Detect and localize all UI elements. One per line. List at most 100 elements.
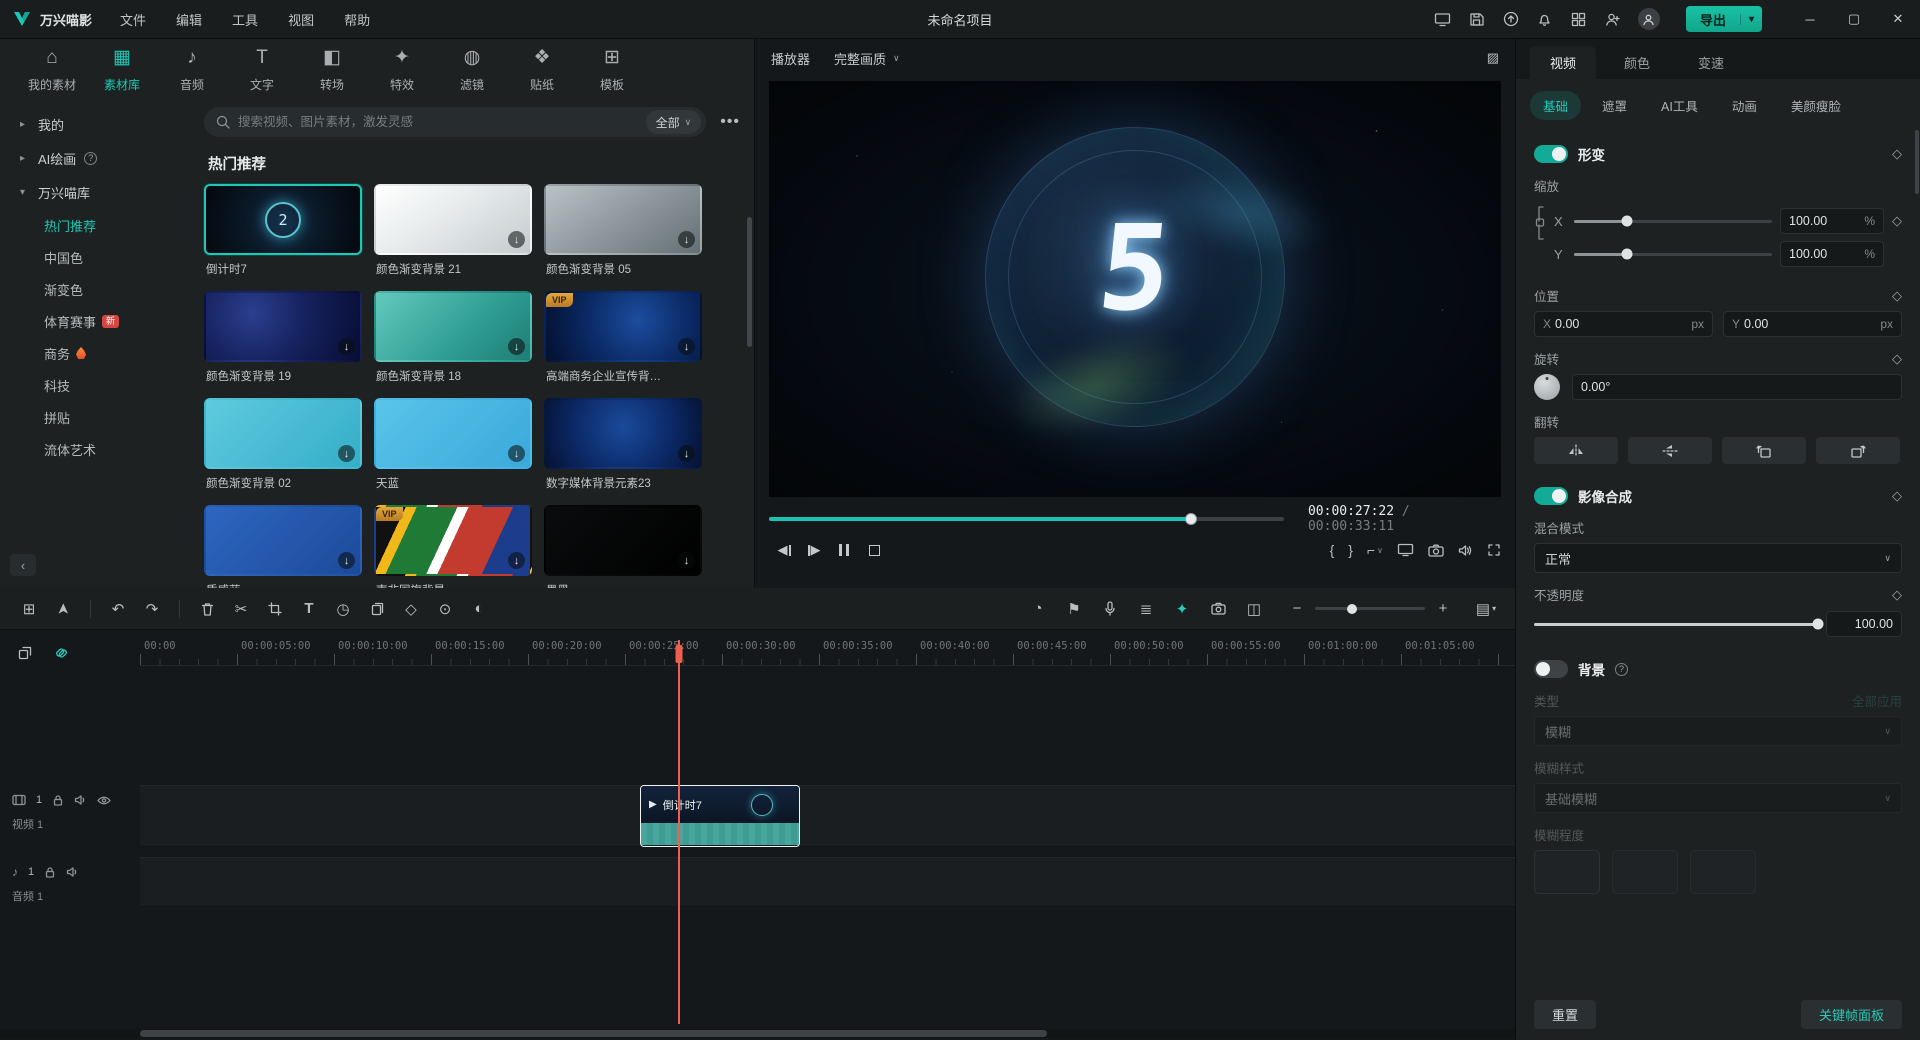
apps-grid-icon[interactable] [1570, 10, 1588, 28]
media-thumbnail[interactable]: 2 [204, 184, 362, 255]
media-thumbnail[interactable]: ↓ [204, 291, 362, 362]
timeline-scrollbar-thumb[interactable] [140, 1030, 1047, 1037]
sidebar-item-technology[interactable]: 科技 [10, 369, 188, 401]
media-thumbnail[interactable]: ↓ [204, 398, 362, 469]
keyframe-diamond-icon[interactable]: ◇ [1892, 146, 1902, 162]
keyframe-icon[interactable]: ◇ [396, 594, 426, 624]
media-item[interactable]: ↓ 颜色渐变背景 02 [204, 398, 362, 491]
media-item[interactable]: ↓ 颜色渐变背景 19 [204, 291, 362, 384]
position-x-input[interactable] [1555, 317, 1687, 331]
audio-track-lane[interactable] [140, 857, 1515, 907]
opacity-slider[interactable] [1534, 623, 1818, 626]
playback-progress-handle[interactable] [1185, 513, 1197, 525]
zoom-in-icon[interactable]: + [1433, 594, 1453, 624]
search-bar[interactable]: 全部∨ [204, 107, 706, 137]
sidebar-item-china-colors[interactable]: 中国色 [10, 241, 188, 273]
mute-track-icon[interactable] [74, 794, 87, 806]
help-circle-icon[interactable]: ? [1615, 663, 1628, 676]
media-item[interactable]: ↓ 质感蓝 [204, 505, 362, 588]
search-input[interactable] [238, 115, 638, 129]
tab-stickers[interactable]: ❖贴纸 [508, 47, 576, 93]
download-icon[interactable]: ↓ [678, 231, 695, 248]
stop-button[interactable] [859, 537, 889, 563]
split-view-icon[interactable]: ◫ [1239, 594, 1269, 624]
export-button[interactable]: 导出 ▾ [1686, 6, 1762, 32]
previous-frame-button[interactable]: ◀ [769, 537, 799, 563]
sidebar-group-stock-library[interactable]: ▾万兴喵库 [10, 175, 188, 209]
tab-video[interactable]: 视频 [1530, 46, 1596, 79]
sidebar-item-fluid-art[interactable]: 流体艺术 [10, 433, 188, 465]
mute-track-icon[interactable] [66, 866, 79, 878]
hide-track-icon[interactable] [97, 795, 111, 806]
timeline-ruler[interactable]: 00:00 00:00:05:00 00:00:10:00 00:00:15:0… [140, 640, 1515, 666]
position-y-field[interactable]: Ypx [1723, 311, 1902, 337]
keyframe-diamond-icon[interactable]: ◇ [1892, 488, 1902, 504]
keyframe-diamond-icon[interactable]: ◇ [1892, 288, 1902, 304]
split-scissors-icon[interactable]: ✂ [226, 594, 256, 624]
sidebar-item-collage[interactable]: 拼贴 [10, 401, 188, 433]
more-options-icon[interactable]: ••• [714, 113, 746, 131]
subtab-ai-tools[interactable]: AI工具 [1648, 91, 1711, 120]
copy-icon[interactable] [362, 594, 392, 624]
media-scrollbar[interactable] [747, 217, 752, 347]
video-track-lane[interactable] [140, 785, 1515, 847]
select-tool-icon[interactable]: ➤ [48, 594, 78, 624]
quality-dropdown[interactable]: 完整画质∨ [834, 49, 900, 68]
overwrite-mode-icon[interactable] [14, 642, 36, 664]
volume-icon[interactable] [1458, 544, 1473, 557]
sidebar-item-hot-recommend[interactable]: 热门推荐 [10, 209, 188, 241]
voiceover-mic-icon[interactable] [1095, 594, 1125, 624]
fullscreen-icon[interactable] [1487, 543, 1501, 557]
scale-x-slider[interactable] [1574, 220, 1772, 223]
media-thumbnail[interactable]: ↓ [374, 291, 532, 362]
tab-text[interactable]: T文字 [228, 47, 296, 93]
lock-track-icon[interactable] [52, 794, 64, 806]
subtitle-icon[interactable]: ≣ [1131, 594, 1161, 624]
help-circle-icon[interactable]: ? [84, 152, 97, 165]
media-item[interactable]: ↓ 颜色渐变背景 21 [374, 184, 532, 277]
export-caret-icon[interactable]: ▾ [1740, 14, 1762, 25]
minimize-button[interactable]: ─ [1788, 0, 1832, 39]
mark-out-icon[interactable]: } [1348, 542, 1353, 558]
tab-audio[interactable]: ♪音频 [158, 47, 226, 93]
menu-edit[interactable]: 编辑 [176, 10, 202, 29]
keyframe-diamond-icon[interactable]: ◇ [1892, 587, 1902, 603]
sidebar-item-business[interactable]: 商务 [10, 337, 188, 369]
speed-icon[interactable]: ◷ [328, 594, 358, 624]
keyframe-diamond-icon[interactable]: ◇ [1892, 213, 1902, 229]
next-frame-button[interactable]: ▶ [799, 537, 829, 563]
video-preview[interactable]: 5 [769, 81, 1501, 497]
tab-speed[interactable]: 变速 [1678, 46, 1744, 79]
transform-toggle[interactable] [1534, 145, 1568, 163]
tab-transitions[interactable]: ◧转场 [298, 47, 366, 93]
media-item[interactable]: ↓ 颜色渐变背景 18 [374, 291, 532, 384]
zoom-out-icon[interactable]: − [1287, 594, 1307, 624]
rotate-ccw-button[interactable] [1722, 437, 1806, 464]
rotate-cw-button[interactable] [1816, 437, 1900, 464]
marker-icon[interactable]: ⚑ [1059, 594, 1089, 624]
opacity-field[interactable]: 100.00 [1826, 611, 1902, 637]
screen-mirror-icon[interactable] [1434, 10, 1452, 28]
menu-help[interactable]: 帮助 [344, 10, 370, 29]
render-preview-icon[interactable]: ◔ [1023, 594, 1053, 624]
share-upload-icon[interactable] [1502, 10, 1520, 28]
compositing-toggle[interactable] [1534, 487, 1568, 505]
track-manager-icon[interactable]: ▤▾ [1471, 594, 1501, 624]
download-icon[interactable]: ↓ [508, 338, 525, 355]
redo-icon[interactable]: ↷ [137, 594, 167, 624]
filter-dropdown[interactable]: 全部∨ [646, 110, 702, 134]
position-x-field[interactable]: Xpx [1534, 311, 1713, 337]
timeline-clip[interactable]: ▶ 倒计时7 [640, 785, 800, 847]
media-thumbnail[interactable]: ↓ [544, 184, 702, 255]
playhead[interactable] [678, 640, 680, 1024]
download-icon[interactable]: ↓ [508, 552, 525, 569]
timeline-zoom-slider[interactable] [1315, 607, 1425, 610]
menu-file[interactable]: 文件 [120, 10, 146, 29]
media-item[interactable]: 2 倒计时7 [204, 184, 362, 277]
flip-vertical-button[interactable] [1628, 437, 1712, 464]
menu-tools[interactable]: 工具 [232, 10, 258, 29]
media-item[interactable]: VIP↓ 南非国旗背景 [374, 505, 532, 588]
media-thumbnail[interactable]: ↓ [374, 184, 532, 255]
rotation-field[interactable]: 0.00° [1572, 374, 1902, 400]
tab-effects[interactable]: ✦特效 [368, 47, 436, 93]
